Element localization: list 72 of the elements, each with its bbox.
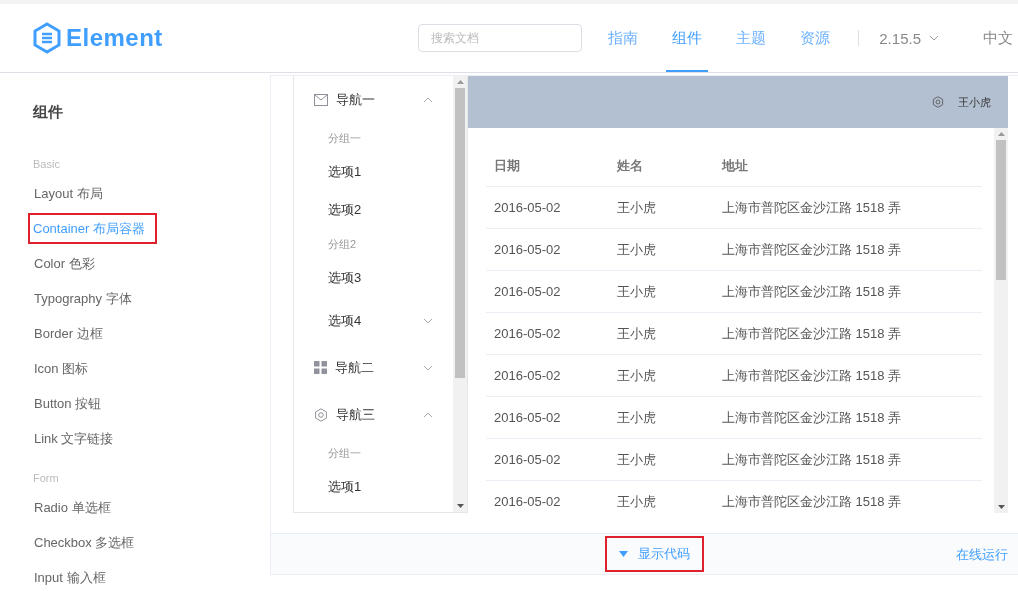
envelope-icon [314, 93, 328, 106]
table-cell: 王小虎 [609, 270, 714, 313]
sidebar-item[interactable]: Button 按钮 [33, 386, 103, 421]
table-cell: 上海市普陀区金沙江路 1518 弄 [714, 186, 982, 229]
table-cell: 王小虎 [609, 228, 714, 271]
table-cell: 上海市普陀区金沙江路 1518 弄 [714, 480, 982, 513]
table-cell: 王小虎 [609, 480, 714, 513]
table-cell: 2016-05-02 [486, 270, 609, 313]
hexagon-logo-icon [33, 22, 61, 54]
sidebar-item[interactable]: Checkbox 多选框 [33, 525, 136, 560]
chevron-down-icon [929, 35, 939, 41]
submenu-label: 选项4 [328, 311, 363, 330]
column-header: 地址 [714, 145, 982, 187]
language-link[interactable]: 中文 [983, 28, 1013, 48]
scroll-up-icon [456, 80, 464, 84]
table-cell: 2016-05-02 [486, 480, 609, 513]
sidebar-title: 组件 [33, 103, 63, 122]
menu-item[interactable]: 选项1 [294, 153, 453, 191]
grid-icon [314, 361, 327, 374]
submenu-title[interactable]: 选项4 [294, 297, 453, 344]
menu-group-title: 分组2 [327, 237, 358, 252]
sidebar-item[interactable]: Typography 字体 [33, 281, 133, 316]
sidebar-item[interactable]: Border 边框 [33, 316, 104, 351]
table-cell: 上海市普陀区金沙江路 1518 弄 [714, 354, 982, 397]
column-header: 日期 [486, 145, 609, 187]
table-cell: 上海市普陀区金沙江路 1518 弄 [714, 228, 982, 271]
submenu-label: 导航一 [336, 90, 376, 109]
table-cell: 2016-05-02 [486, 312, 609, 355]
table-cell: 2016-05-02 [486, 396, 609, 439]
scroll-down-icon [456, 504, 464, 508]
table-cell: 2016-05-02 [486, 438, 609, 481]
sidebar-item[interactable]: Icon 图标 [33, 351, 90, 386]
table-cell: 2016-05-02 [486, 354, 609, 397]
scroll-up-icon [997, 132, 1005, 136]
sidebar-group-label: Form [33, 471, 59, 486]
version-dropdown[interactable]: 2.15.5 [879, 29, 939, 47]
menu-item[interactable]: 选项3 [294, 259, 453, 297]
caret-down-icon [619, 551, 628, 557]
submenu-label: 导航三 [336, 405, 376, 424]
submenu-title[interactable]: 导航一 [294, 76, 453, 123]
submenu-title[interactable]: 导航二 [294, 344, 453, 391]
gear-icon[interactable] [932, 96, 944, 108]
table-cell: 王小虎 [609, 312, 714, 355]
sidebar-group-label: Basic [33, 157, 60, 172]
menu-item[interactable]: 选项2 [294, 191, 453, 229]
submenu-label: 导航二 [335, 358, 375, 377]
scroll-down-icon [997, 505, 1005, 509]
search-field[interactable]: 搜索文档 [418, 24, 583, 52]
sidebar-item[interactable]: Color 色彩 [33, 246, 96, 281]
table-cell: 2016-05-02 [486, 186, 609, 229]
user-name: 王小虎 [958, 94, 991, 110]
table-cell: 2016-05-02 [486, 228, 609, 271]
table-cell: 王小虎 [609, 396, 714, 439]
table-cell: 王小虎 [609, 354, 714, 397]
table-cell: 王小虎 [609, 186, 714, 229]
sidebar-item[interactable]: Link 文字链接 [33, 421, 115, 456]
table-cell: 上海市普陀区金沙江路 1518 弄 [714, 396, 982, 439]
scrollbar[interactable] [453, 76, 467, 512]
gear-icon [314, 407, 328, 422]
table-cell: 上海市普陀区金沙江路 1518 弄 [714, 270, 982, 313]
scrollbar[interactable] [994, 128, 1008, 513]
column-header: 姓名 [609, 145, 714, 187]
menu-group-title: 分组一 [327, 446, 362, 461]
menu-item[interactable]: 选项1 [294, 468, 453, 506]
sidebar-item[interactable]: Input 输入框 [33, 560, 107, 591]
table-cell: 上海市普陀区金沙江路 1518 弄 [714, 438, 982, 481]
sidebar-item[interactable]: Layout 布局 [33, 176, 104, 211]
submenu-title[interactable]: 导航三 [294, 391, 453, 438]
table-cell: 王小虎 [609, 438, 714, 481]
table-cell: 上海市普陀区金沙江路 1518 弄 [714, 312, 982, 355]
sidebar-item[interactable]: Radio 单选框 [33, 490, 112, 525]
menu-group-title: 分组一 [327, 131, 362, 146]
